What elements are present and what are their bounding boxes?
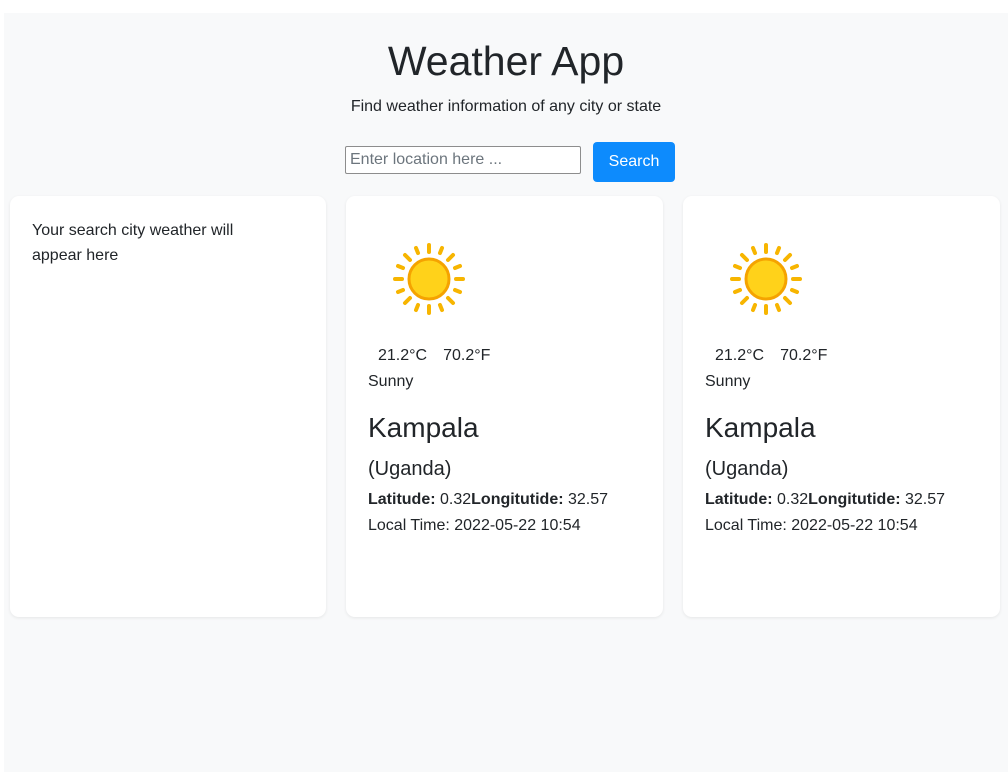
weather-condition: Sunny [368, 373, 414, 390]
city-name: Kampala [368, 412, 479, 443]
latitude-label: Latitude: [705, 491, 773, 508]
placeholder-card: Your search city weather will appear her… [10, 196, 326, 617]
longitude-value: 32.57 [900, 491, 946, 508]
temperature: 21.2°C 70.2°F [705, 345, 827, 367]
temperature: 21.2°C 70.2°F [368, 345, 490, 367]
weather-card: 21.2°C 70.2°F Sunny Kampala (Uganda) Lati… [683, 196, 1000, 617]
sun-icon [730, 243, 802, 315]
city-name: Kampala [705, 412, 816, 443]
country-name: (Uganda) [368, 458, 452, 480]
page-title: Weather App [387, 38, 625, 84]
country-name: (Uganda) [705, 458, 789, 480]
temperature-fahrenheit: 70.2°F [780, 347, 828, 364]
search-input[interactable] [345, 146, 581, 174]
latitude-value: 0.32 [772, 491, 809, 508]
weather-app: Weather App Find weather information of … [4, 13, 1008, 772]
latitude-value: 0.32 [435, 491, 472, 508]
temperature-fahrenheit: 70.2°F [443, 347, 491, 364]
temperature-celsius: 21.2°C [715, 347, 765, 364]
coordinates: Latitude: 0.32Longitutide: 32.57 [705, 489, 945, 511]
temperature-celsius: 21.2°C [378, 347, 428, 364]
weather-card: 21.2°C 70.2°F Sunny Kampala (Uganda) Lati… [346, 196, 663, 617]
longitude-value: 32.57 [563, 491, 609, 508]
sun-icon [393, 243, 465, 315]
latitude-label: Latitude: [368, 491, 436, 508]
search-button[interactable]: Search [593, 142, 675, 182]
weather-condition: Sunny [705, 373, 751, 390]
local-time: Local Time: 2022-05-22 10:54 [705, 517, 918, 534]
longitude-label: Longitutide: [808, 491, 901, 508]
longitude-label: Longitutide: [471, 491, 564, 508]
coordinates: Latitude: 0.32Longitutide: 32.57 [368, 489, 608, 511]
placeholder-text: Your search city weather will appear her… [32, 222, 234, 264]
local-time: Local Time: 2022-05-22 10:54 [368, 517, 581, 534]
page-subtitle: Find weather information of any city or … [350, 98, 662, 115]
